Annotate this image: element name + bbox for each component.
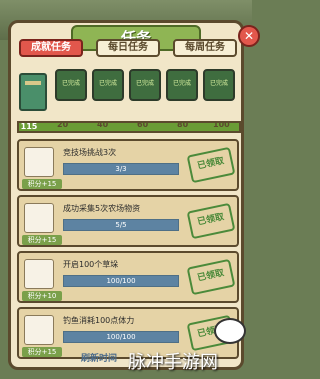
quest-scroll-icon — [24, 259, 54, 289]
quest-scroll-icon — [24, 315, 54, 345]
score-badge: 积分+10 — [22, 291, 62, 301]
milestone-labels: 20 40 60 80 100 — [17, 120, 241, 133]
mascot-icon — [214, 318, 246, 344]
score-badge: 积分+15 — [22, 235, 62, 245]
milestone-label: 20 — [57, 120, 69, 129]
task-name: 竞技场挑战3次 — [63, 148, 117, 157]
task-progress: 100/100 — [63, 331, 179, 343]
task-name: 成功采集5次农场物资 — [63, 204, 141, 213]
quest-scroll-icon — [24, 147, 54, 177]
watermark: 脉冲手游网 — [128, 352, 218, 373]
task-name: 开启100个草垛 — [63, 260, 119, 269]
task-progress: 3/3 — [63, 163, 179, 175]
score-badge: 积分+15 — [22, 179, 62, 189]
task-progress-text: 100/100 — [106, 277, 136, 285]
task-progress-text: 5/5 — [115, 221, 127, 229]
score-badge: 积分+15 — [22, 347, 62, 357]
claimed-stamp[interactable]: 已领取 — [186, 146, 236, 184]
badge-icon[interactable]: 已完成 — [203, 69, 235, 101]
milestone-label: 80 — [177, 120, 189, 129]
milestone-label: 100 — [213, 120, 230, 129]
task-item: 积分+15 成功采集5次农场物资 5/5 已领取 — [17, 195, 239, 247]
task-item: 积分+15 竞技场挑战3次 3/3 已领取 — [17, 139, 239, 191]
achievement-row: 已完成 已完成 已完成 已完成 已完成 — [19, 69, 239, 117]
badge-icon[interactable]: 已完成 — [166, 69, 198, 101]
milestone-label: 40 — [97, 120, 109, 129]
tab-weekly[interactable]: 每周任务 — [173, 39, 237, 57]
claimed-stamp[interactable]: 已领取 — [186, 258, 236, 296]
task-name: 钓鱼消耗100点体力 — [63, 316, 135, 325]
book-icon — [19, 73, 47, 111]
badge-icon[interactable]: 已完成 — [129, 69, 161, 101]
task-progress: 100/100 — [63, 275, 179, 287]
task-progress-text: 100/100 — [106, 333, 136, 341]
tab-achievement[interactable]: 成就任务 — [19, 39, 83, 57]
task-panel: 任务 ✕ 成就任务 每日任务 每周任务 已完成 已完成 已完成 已完成 已完成 … — [8, 20, 260, 370]
badge-icon[interactable]: 已完成 — [92, 69, 124, 101]
refresh-time-label: 刷新时间 — [81, 354, 118, 364]
claimed-stamp[interactable]: 已领取 — [186, 202, 236, 240]
milestone-label: 60 — [137, 120, 149, 129]
task-progress-text: 3/3 — [115, 165, 127, 173]
quest-scroll-icon — [24, 203, 54, 233]
task-progress: 5/5 — [63, 219, 179, 231]
tab-bar: 成就任务 每日任务 每周任务 — [19, 39, 237, 59]
close-icon[interactable]: ✕ — [238, 25, 260, 47]
badge-icon[interactable]: 已完成 — [55, 69, 87, 101]
task-item: 积分+10 开启100个草垛 100/100 已领取 — [17, 251, 239, 303]
tab-daily[interactable]: 每日任务 — [96, 39, 160, 57]
